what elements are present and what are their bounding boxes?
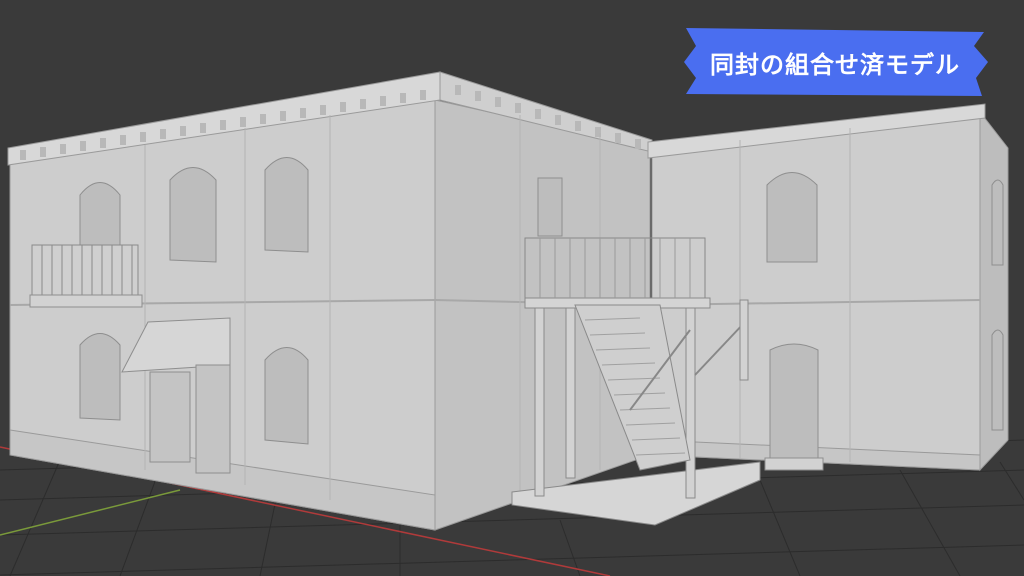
axis-y-line — [0, 489, 181, 536]
label-banner: 同封の組合せ済モデル — [682, 24, 988, 100]
balcony-railing — [31, 244, 139, 296]
banner-text: 同封の組合せ済モデル — [710, 50, 960, 79]
right-building — [647, 103, 1009, 472]
